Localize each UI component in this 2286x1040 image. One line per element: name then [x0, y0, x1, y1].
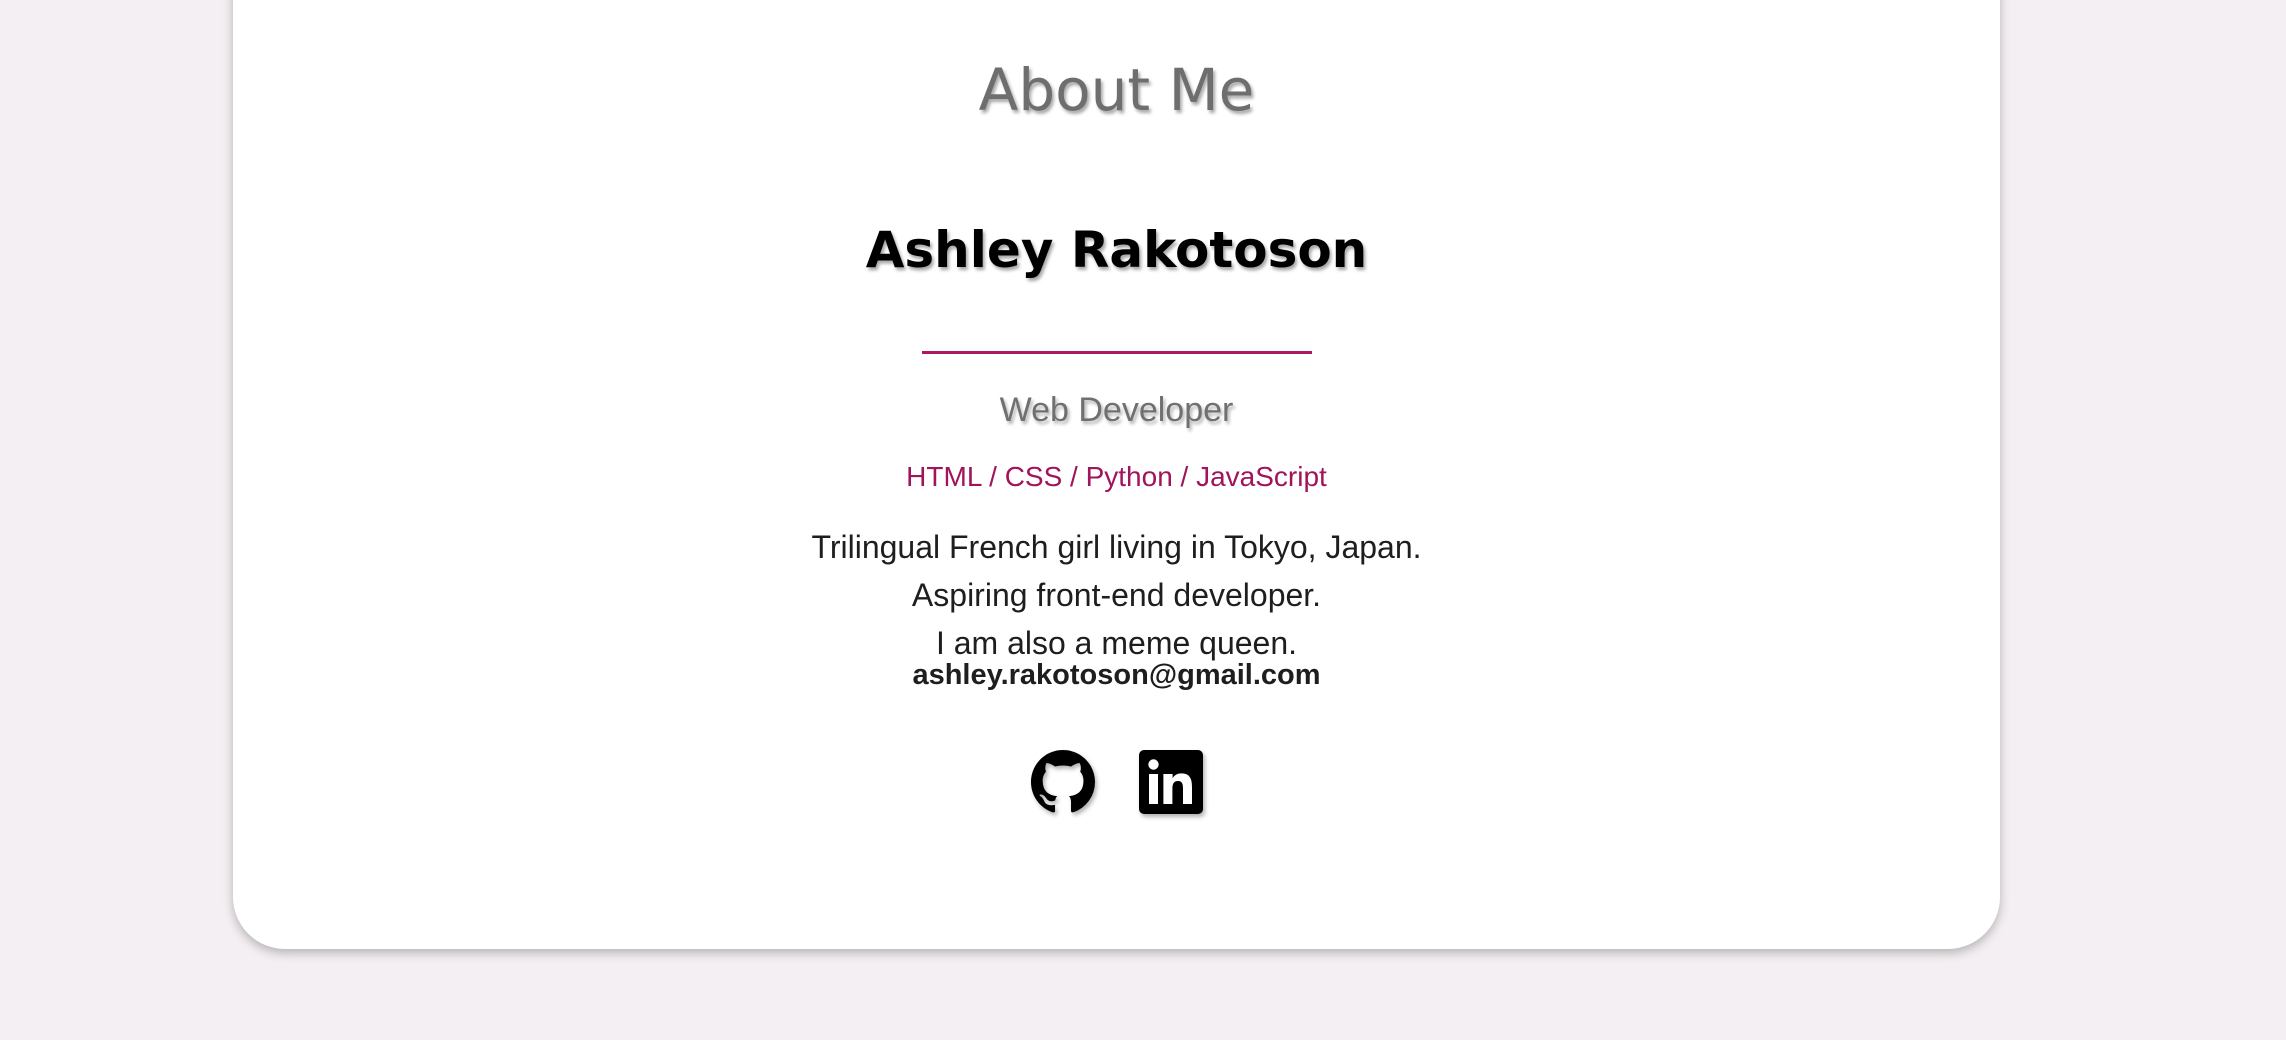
github-icon — [1030, 750, 1095, 813]
profile-role: Web Developer — [999, 391, 1234, 429]
about-card: About Me Ashley Rakotoson Web Developer … — [233, 0, 2000, 949]
profile-name: Ashley Rakotoson — [865, 221, 1368, 279]
bio-line: Trilingual French girl living in Tokyo, … — [811, 529, 1422, 565]
profile-bio: Trilingual French girl living in Tokyo, … — [233, 523, 2000, 667]
linkedin-icon — [1138, 750, 1203, 814]
social-links — [233, 750, 2000, 814]
section-title: About Me — [978, 56, 1255, 124]
divider — [922, 351, 1312, 354]
profile-skills: HTML / CSS / Python / JavaScript — [906, 461, 1327, 492]
github-link[interactable] — [1030, 750, 1095, 814]
email-link[interactable]: ashley.rakotoson@gmail.com — [233, 657, 2000, 693]
linkedin-link[interactable] — [1138, 750, 1203, 814]
bio-line: Aspiring front-end developer. — [911, 577, 1322, 613]
